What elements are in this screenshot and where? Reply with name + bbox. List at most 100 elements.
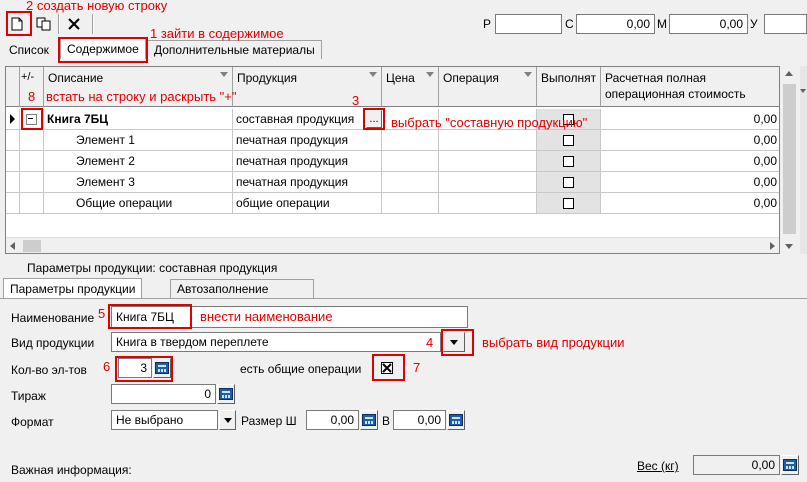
chevron-down-icon: [223, 417, 232, 423]
done-checkbox[interactable]: [563, 198, 574, 209]
operation-cell[interactable]: [439, 130, 537, 151]
annotation-box-8: [21, 108, 43, 130]
tirazh-calc-button[interactable]: [217, 384, 235, 404]
vertical-scrollbar[interactable]: [781, 66, 798, 254]
cost-cell: 0,00: [601, 172, 779, 193]
cost-cell: 0,00: [601, 193, 779, 214]
params-title: Параметры продукции: составная продукция: [27, 261, 278, 275]
weight-input[interactable]: 0,00: [693, 455, 780, 475]
done-cell[interactable]: [537, 193, 601, 214]
description-cell[interactable]: Книга 7БЦ: [44, 109, 233, 130]
sort-arrow-icon: [369, 72, 377, 77]
calculator-icon: [219, 388, 233, 400]
table-row[interactable]: Общие операции общие операции 0,00: [6, 193, 779, 214]
col-header-product[interactable]: Продукция: [233, 67, 382, 107]
annotation-box-4: [441, 329, 474, 356]
u-field[interactable]: [764, 14, 807, 34]
r-field[interactable]: [495, 14, 562, 34]
table-row[interactable]: Элемент 1 печатная продукция 0,00: [6, 130, 779, 151]
size-height-calc-button[interactable]: [447, 410, 465, 430]
weight-calc-button[interactable]: [781, 455, 799, 475]
product-cell[interactable]: общие операции: [233, 193, 382, 214]
right-edge-strip: [800, 66, 807, 254]
toolbar-separator: [92, 14, 94, 34]
col-header-cost[interactable]: Расчетная полная операционная стоимость: [601, 67, 779, 107]
operation-cell[interactable]: [439, 193, 537, 214]
operation-cell[interactable]: [439, 151, 537, 172]
row-indicator: [6, 172, 20, 193]
annotation-2: 2 создать новую строку: [26, 0, 168, 13]
description-cell[interactable]: Общие операции: [44, 193, 233, 214]
expand-cell: [20, 193, 44, 214]
scroll-right-icon[interactable]: [770, 242, 775, 250]
annotation-8: 8: [28, 89, 36, 104]
delete-row-button[interactable]: [63, 13, 85, 35]
col-header-done[interactable]: Выполнят: [537, 67, 601, 107]
copy-row-button[interactable]: [33, 13, 55, 35]
done-checkbox[interactable]: [563, 135, 574, 146]
delete-icon: [68, 18, 80, 30]
operation-cell[interactable]: [439, 172, 537, 193]
params-tab-line: [0, 298, 807, 299]
m-label: М: [657, 17, 667, 31]
size-label: Размер Ш: [241, 414, 297, 428]
scrollbar-thumb[interactable]: [783, 84, 796, 234]
horizontal-scrollbar[interactable]: [6, 237, 779, 253]
type-select[interactable]: Книга в твердом переплете: [111, 332, 441, 352]
m-field[interactable]: 0,00: [669, 14, 748, 34]
tab-additional-materials[interactable]: Дополнительные материалы: [147, 40, 322, 59]
tab-autofill[interactable]: Автозаполнение: [170, 279, 314, 298]
name-label: Наименование: [11, 311, 95, 325]
current-row-arrow-icon: [10, 114, 15, 124]
tab-product-params[interactable]: Параметры продукции: [3, 278, 143, 299]
row-indicator: [6, 109, 20, 130]
size-height-label: В: [382, 414, 391, 428]
product-cell[interactable]: печатная продукция: [233, 151, 382, 172]
annotation-6: 6: [103, 359, 111, 374]
size-width-input[interactable]: 0,00: [306, 410, 359, 430]
size-height-input[interactable]: 0,00: [393, 410, 446, 430]
scroll-down-icon[interactable]: [785, 244, 793, 249]
type-label: Вид продукции: [11, 336, 95, 350]
size-width-calc-button[interactable]: [360, 410, 378, 430]
scrollbar-thumb[interactable]: [23, 240, 41, 252]
description-cell[interactable]: Элемент 2: [44, 151, 233, 172]
table-row[interactable]: Элемент 2 печатная продукция 0,00: [6, 151, 779, 172]
col-header-operation[interactable]: Операция: [439, 67, 537, 107]
description-cell[interactable]: Элемент 3: [44, 172, 233, 193]
done-cell[interactable]: [537, 130, 601, 151]
done-checkbox[interactable]: [563, 156, 574, 167]
product-cell[interactable]: составная продукция: [233, 109, 382, 130]
scroll-up-icon[interactable]: [785, 71, 793, 76]
price-cell[interactable]: [382, 172, 439, 193]
row-indicator: [6, 193, 20, 214]
scroll-down-icon[interactable]: [800, 89, 806, 93]
format-select[interactable]: Не выбрано: [111, 410, 218, 430]
annotation-8-text: встать на строку и раскрыть "+": [46, 89, 237, 104]
price-cell[interactable]: [382, 193, 439, 214]
done-cell[interactable]: [537, 151, 601, 172]
tirazh-input[interactable]: 0: [111, 384, 216, 404]
cost-cell: 0,00: [601, 151, 779, 172]
cost-cell: 0,00: [601, 130, 779, 151]
annotation-box-6: [115, 356, 173, 382]
tab-list[interactable]: Список: [3, 40, 55, 60]
price-cell[interactable]: [382, 130, 439, 151]
scroll-left-icon[interactable]: [10, 242, 15, 250]
expand-cell: [20, 172, 44, 193]
cost-cell: 0,00: [601, 109, 779, 130]
c-field[interactable]: 0,00: [576, 14, 655, 34]
product-cell[interactable]: печатная продукция: [233, 172, 382, 193]
format-dropdown-button[interactable]: [219, 410, 236, 430]
done-cell[interactable]: [537, 172, 601, 193]
price-cell[interactable]: [382, 151, 439, 172]
description-cell[interactable]: Элемент 1: [44, 130, 233, 151]
product-cell[interactable]: печатная продукция: [233, 130, 382, 151]
weight-label[interactable]: Вес (кг): [637, 459, 679, 473]
annotation-box-7: [372, 354, 405, 381]
done-checkbox[interactable]: [563, 177, 574, 188]
r-label: Р: [483, 17, 492, 31]
expand-cell: [20, 130, 44, 151]
table-row[interactable]: Элемент 3 печатная продукция 0,00: [6, 172, 779, 193]
col-header-price[interactable]: Цена: [382, 67, 439, 107]
